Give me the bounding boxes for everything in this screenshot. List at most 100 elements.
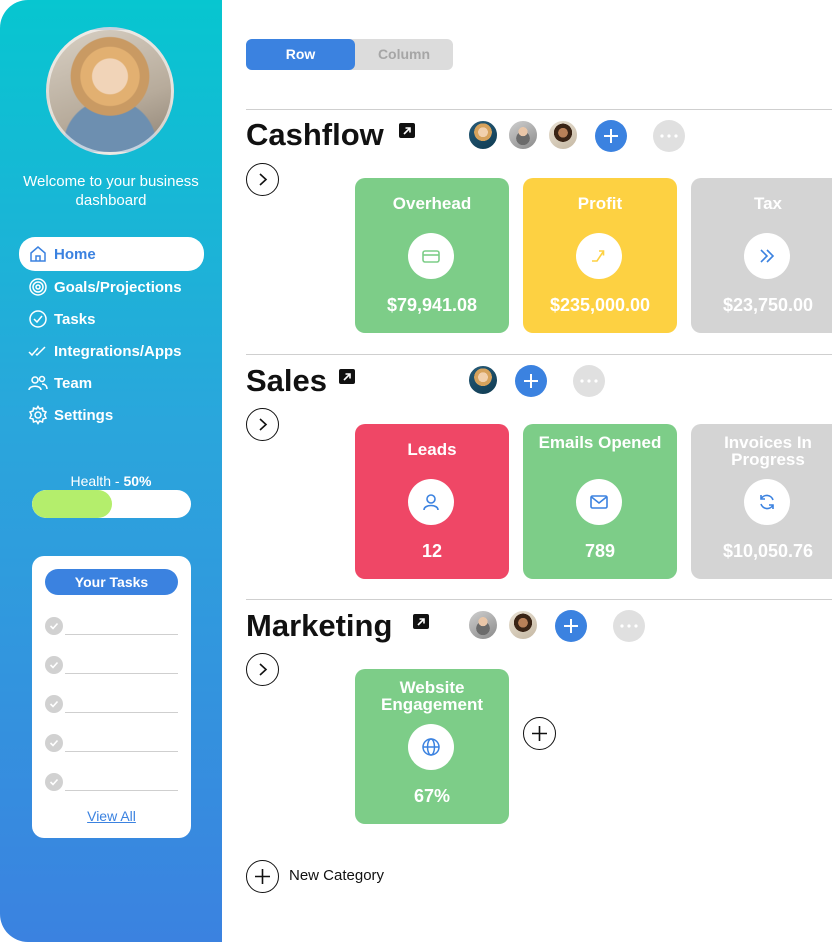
expand-chevron-button[interactable] [246,653,279,686]
row-toggle-button[interactable]: Row [246,39,355,70]
team-avatar[interactable] [547,119,579,151]
your-tasks-card: Your Tasks View All [32,556,191,838]
task-row[interactable] [45,695,178,715]
double-check-icon [28,341,48,361]
metric-card-website-engagement[interactable]: Website Engagement 67% [355,669,509,824]
trend-up-icon [576,233,622,279]
task-row[interactable] [45,734,178,754]
card-value: $79,941.08 [386,295,478,315]
section-title-sales: Sales [246,363,328,398]
card-value: 67% [413,786,451,806]
add-member-button[interactable] [515,365,547,397]
task-row[interactable] [45,773,178,793]
refresh-icon [744,479,790,525]
checkmark-icon[interactable] [45,734,63,752]
column-toggle-button[interactable]: Column [355,39,453,70]
team-avatar[interactable] [507,119,539,151]
card-value: $235,000.00 [549,295,651,315]
user-icon [408,479,454,525]
more-options-button[interactable] [573,365,605,397]
add-card-button[interactable] [523,717,556,750]
more-options-button[interactable] [613,610,645,642]
task-placeholder-line [65,790,178,791]
task-placeholder-line [65,673,178,674]
check-circle-icon [28,309,48,329]
card-title: Leads [407,440,457,459]
checkmark-icon[interactable] [45,773,63,791]
mail-icon [576,479,622,525]
checkmark-icon[interactable] [45,617,63,635]
view-all-link[interactable]: View All [32,808,191,824]
section-divider [246,599,832,600]
card-value: $23,750.00 [722,295,814,315]
your-tasks-title[interactable]: Your Tasks [45,569,178,595]
health-progress-fill [32,490,112,518]
sidebar-item-label: Tasks [54,310,96,328]
task-row[interactable] [45,617,178,637]
sidebar-item-integrations[interactable]: Integrations/Apps [19,335,204,367]
team-avatar[interactable] [467,609,499,641]
external-link-icon[interactable] [399,123,415,138]
section-divider [246,354,832,355]
section-title-marketing: Marketing [246,608,393,643]
home-icon [28,244,48,264]
new-category-label[interactable]: New Category [289,867,384,884]
section-title-cashflow: Cashflow [246,117,384,152]
checkmark-icon[interactable] [45,656,63,674]
metric-card-overhead[interactable]: Overhead $79,941.08 [355,178,509,333]
globe-icon [408,724,454,770]
sidebar-item-team[interactable]: Team [19,367,204,399]
metric-card-profit[interactable]: Profit $235,000.00 [523,178,677,333]
task-placeholder-line [65,751,178,752]
card-title: Website Engagement [380,678,484,714]
task-placeholder-line [65,634,178,635]
add-member-button[interactable] [555,610,587,642]
profile-avatar[interactable] [46,27,174,155]
expand-chevron-button[interactable] [246,163,279,196]
card-icon [408,233,454,279]
sidebar-item-settings[interactable]: Settings [19,399,204,431]
card-value: $10,050.76 [722,541,814,561]
new-category-button[interactable] [246,860,279,893]
section-divider [246,109,832,110]
health-label: Health - 50% [70,473,152,489]
metric-card-emails-opened[interactable]: Emails Opened 789 [523,424,677,579]
team-avatar[interactable] [467,364,499,396]
view-toggle: Row Column [246,39,453,70]
team-avatar[interactable] [467,119,499,151]
sidebar-item-tasks[interactable]: Tasks [19,303,204,335]
sidebar: Welcome to your business dashboard Home … [0,0,222,942]
expand-chevron-button[interactable] [246,408,279,441]
sidebar-item-label: Goals/Projections [54,278,182,296]
double-chevron-icon [744,233,790,279]
health-progress-bar [32,490,191,518]
sidebar-item-label: Team [54,374,93,392]
welcome-text: Welcome to your business dashboard [23,173,199,209]
task-placeholder-line [65,712,178,713]
dashboard-frame: Welcome to your business dashboard Home … [0,0,832,942]
task-row[interactable] [45,656,178,676]
add-member-button[interactable] [595,120,627,152]
sidebar-item-label: Integrations/Apps [54,342,182,360]
team-icon [28,373,48,393]
card-value: 12 [421,541,443,561]
sidebar-item-home[interactable]: Home [19,237,204,271]
sidebar-item-goals[interactable]: Goals/Projections [19,271,204,303]
card-title: Tax [753,194,783,213]
sidebar-item-label: Settings [54,406,114,424]
card-title: Profit [577,194,623,213]
gear-icon [28,405,48,425]
card-value: 789 [584,541,616,561]
more-options-button[interactable] [653,120,685,152]
external-link-icon[interactable] [413,614,429,629]
card-title: Overhead [392,194,472,213]
team-avatar[interactable] [507,609,539,641]
card-title: Invoices In Progress [724,433,812,469]
external-link-icon[interactable] [339,369,355,384]
checkmark-icon[interactable] [45,695,63,713]
metric-card-invoices[interactable]: Invoices In Progress $10,050.76 [691,424,832,579]
metric-card-leads[interactable]: Leads 12 [355,424,509,579]
metric-card-tax[interactable]: Tax $23,750.00 [691,178,832,333]
target-icon [28,277,48,297]
card-title: Emails Opened [538,433,662,452]
